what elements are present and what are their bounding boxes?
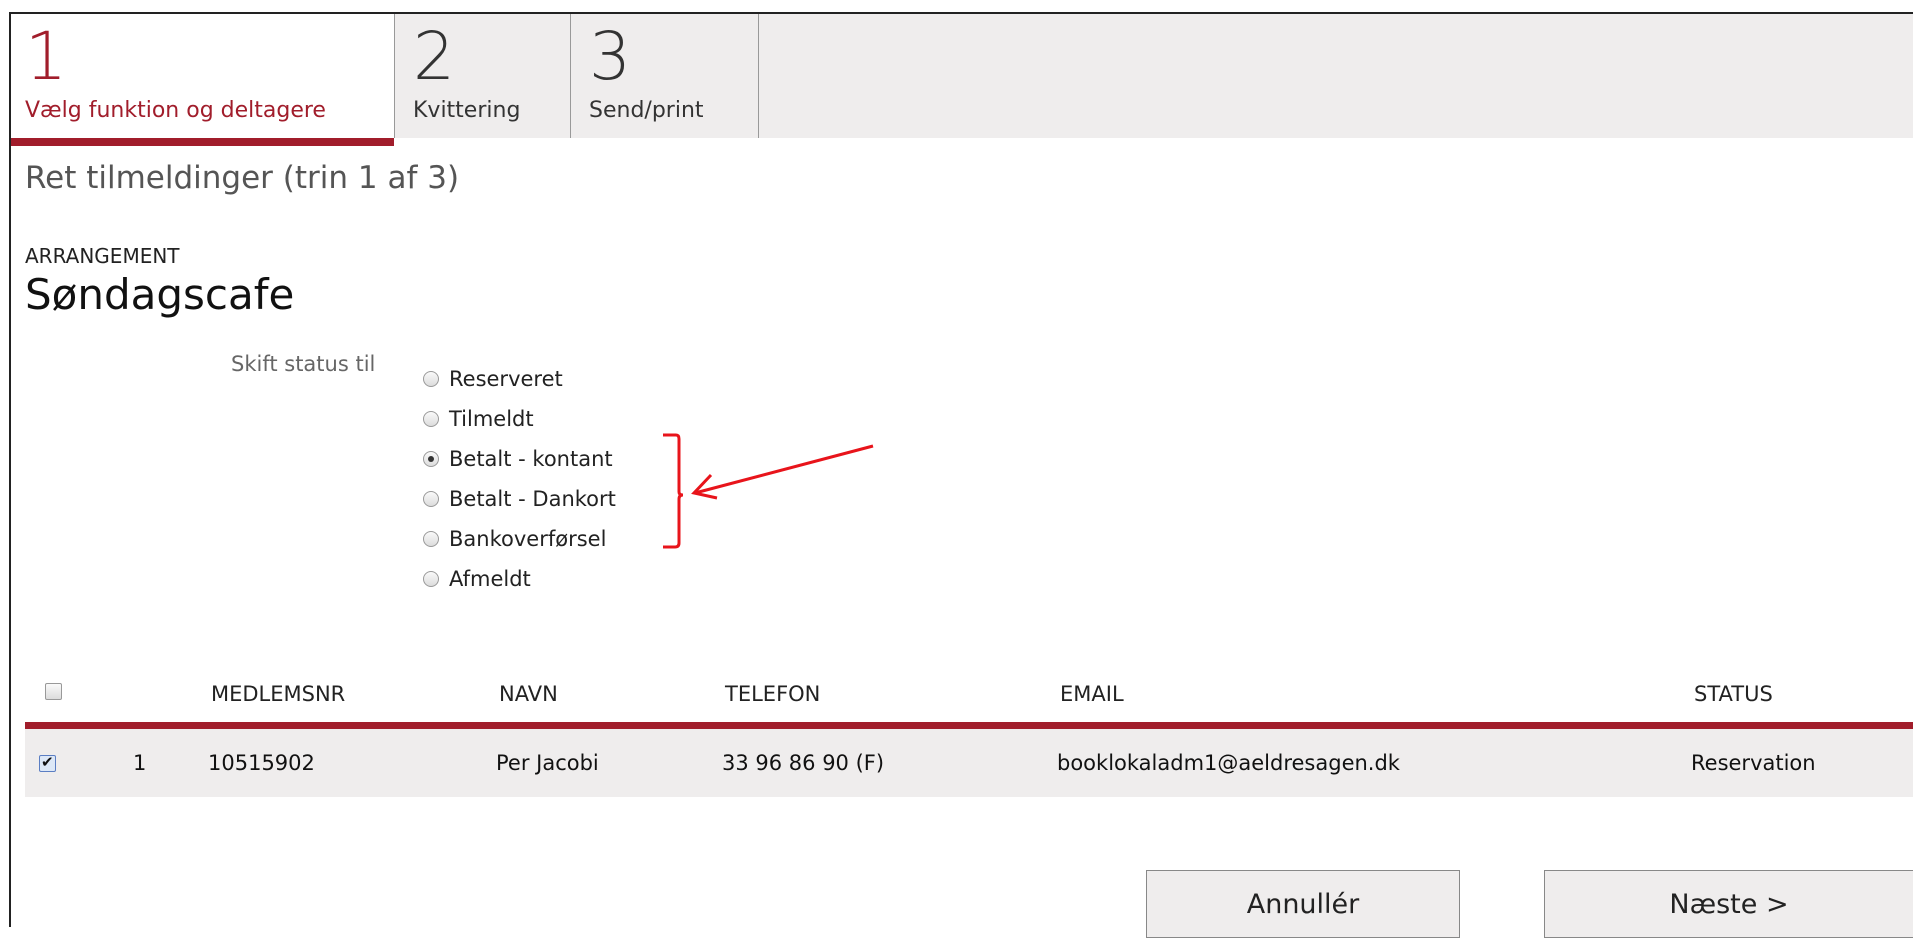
cell-email: booklokaladm1@aeldresagen.dk: [1057, 751, 1400, 775]
column-header-telefon[interactable]: TELEFON: [725, 682, 820, 706]
main-frame: 1 Vælg funktion og deltagere 2 Kvitterin…: [9, 12, 1913, 938]
column-header-status[interactable]: STATUS: [1694, 682, 1773, 706]
cell-navn: Per Jacobi: [496, 751, 599, 775]
column-header-email[interactable]: EMAIL: [1060, 682, 1124, 706]
table-row: 1 10515902 Per Jacobi 33 96 86 90 (F) bo…: [25, 729, 1913, 797]
cell-medlemsnr: 10515902: [208, 751, 315, 775]
select-all-checkbox[interactable]: [45, 683, 62, 700]
column-header-medlemsnr[interactable]: MEDLEMSNR: [211, 682, 345, 706]
row-index: 1: [133, 751, 147, 775]
cell-status: Reservation: [1691, 751, 1816, 775]
table-header-divider: [25, 722, 1913, 729]
cancel-button[interactable]: Annullér: [1146, 870, 1460, 938]
column-header-navn[interactable]: NAVN: [499, 682, 558, 706]
table-header: MEDLEMSNR NAVN TELEFON EMAIL STATUS: [25, 666, 1913, 716]
row-checkbox[interactable]: [39, 753, 56, 772]
cell-telefon: 33 96 86 90 (F): [722, 751, 885, 775]
next-button[interactable]: Næste >: [1544, 870, 1913, 938]
